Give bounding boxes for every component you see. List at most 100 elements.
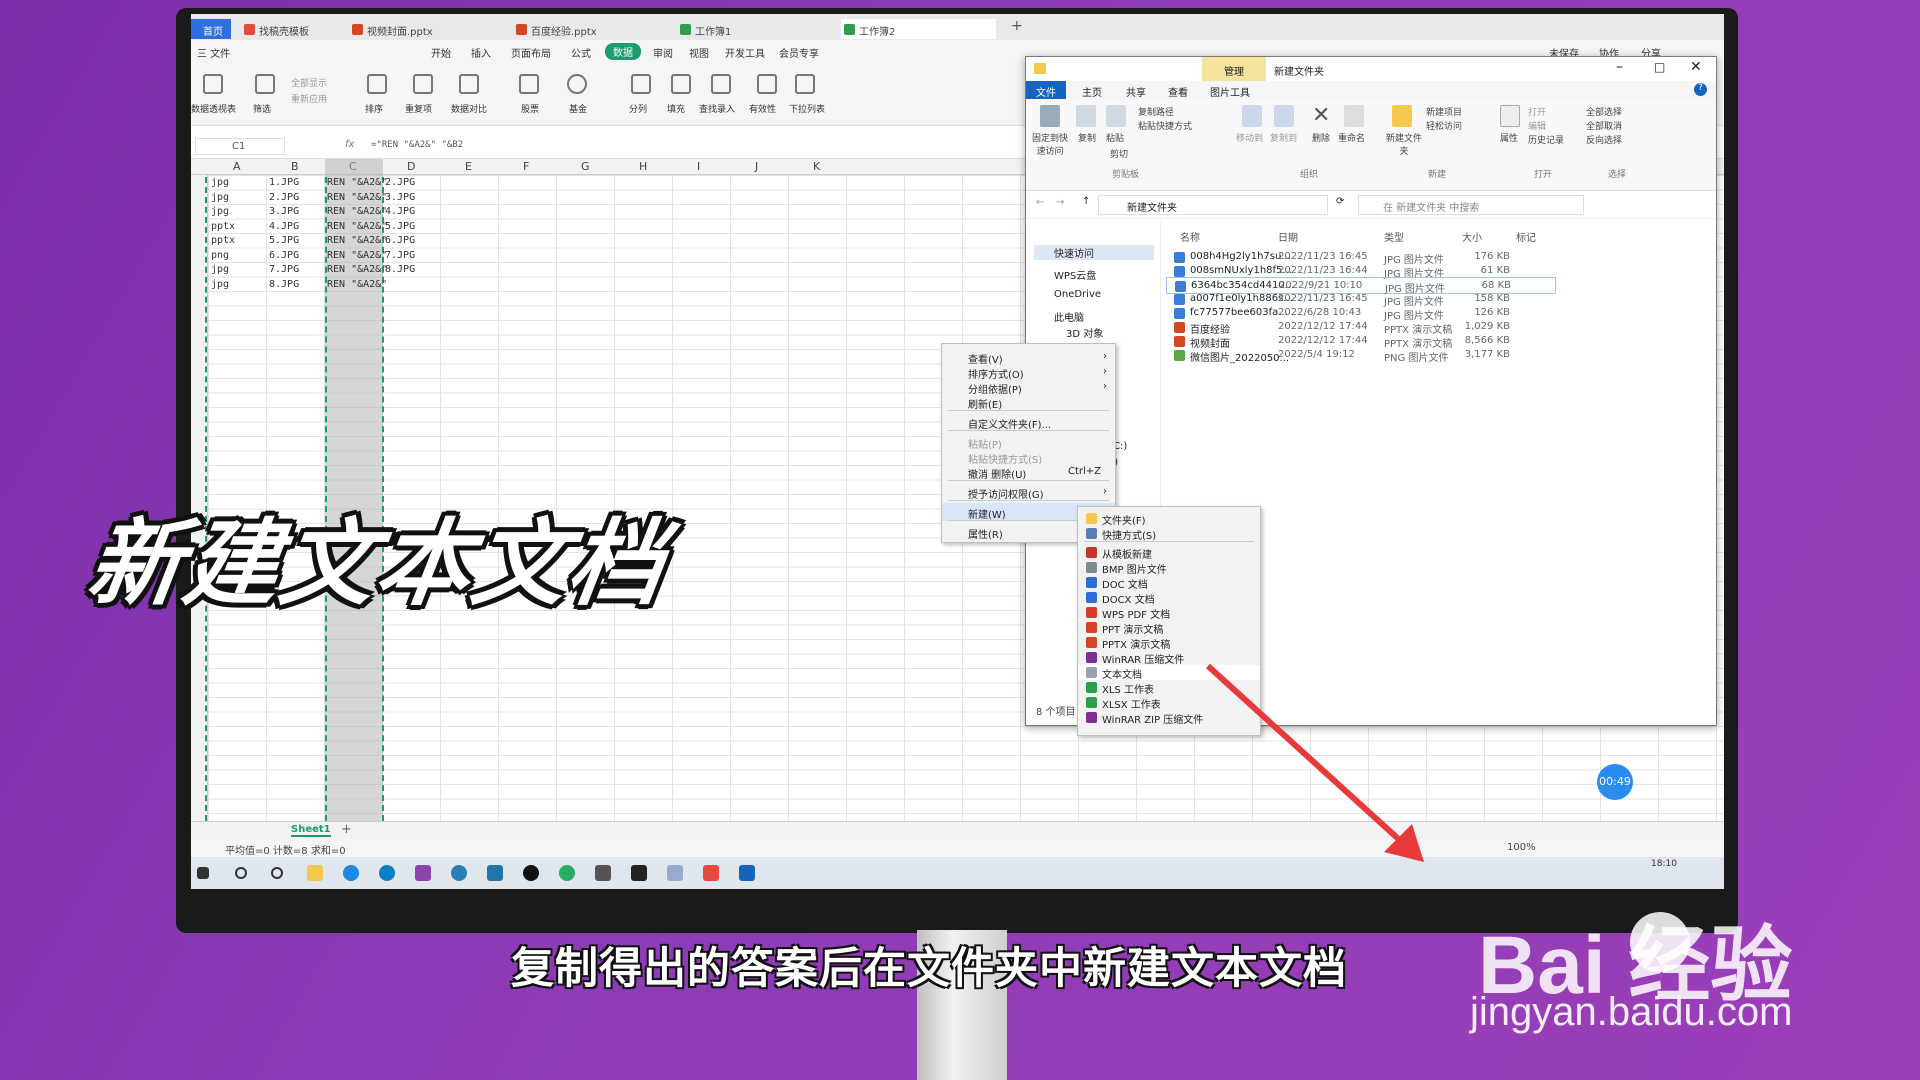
- tab-picture-tools[interactable]: 图片工具: [1210, 84, 1250, 99]
- formula-input[interactable]: ="REN "&A2&" "&B2: [371, 140, 463, 150]
- table-cell[interactable]: 2.JPG: [385, 177, 415, 188]
- table-cell[interactable]: png: [211, 250, 229, 261]
- pin-button[interactable]: 固定到快速访问: [1030, 131, 1070, 157]
- select-all-button[interactable]: 全部选择: [1586, 105, 1622, 118]
- table-cell[interactable]: 6.JPG: [269, 250, 299, 261]
- sheet1-tab[interactable]: Sheet1: [291, 824, 331, 837]
- open-button[interactable]: 打开: [1528, 105, 1546, 118]
- col-k[interactable]: K: [813, 160, 820, 173]
- table-cell[interactable]: 5.JPG: [385, 221, 415, 232]
- help-icon[interactable]: ?: [1694, 83, 1707, 96]
- wechat-icon[interactable]: [559, 865, 575, 881]
- menu-home[interactable]: 开始: [431, 45, 451, 60]
- search-box[interactable]: 在 新建文件夹 中搜索: [1358, 195, 1584, 215]
- menu-page-layout[interactable]: 页面布局: [511, 45, 551, 60]
- move-to-button[interactable]: 移动到: [1236, 131, 1263, 144]
- new-submenu-item[interactable]: DOC 文档: [1078, 575, 1260, 591]
- col-b[interactable]: B: [291, 160, 299, 173]
- menu-member[interactable]: 会员专享: [779, 45, 819, 60]
- tab-home[interactable]: 主页: [1082, 84, 1102, 99]
- menu-developer[interactable]: 开发工具: [725, 45, 765, 60]
- new-submenu-item[interactable]: BMP 图片文件: [1078, 560, 1260, 576]
- context-menu-item[interactable]: 自定义文件夹(F)...: [942, 413, 1115, 431]
- col-g[interactable]: G: [581, 160, 590, 173]
- app-icon[interactable]: [739, 865, 755, 881]
- new-submenu-item[interactable]: DOCX 文档: [1078, 590, 1260, 606]
- col-e[interactable]: E: [465, 160, 472, 173]
- history-button[interactable]: 历史记录: [1528, 133, 1564, 146]
- menu-formula[interactable]: 公式: [571, 45, 591, 60]
- tab-home[interactable]: 首页: [191, 19, 231, 39]
- table-cell[interactable]: REN "&A2&": [327, 221, 387, 232]
- col-date[interactable]: 日期: [1278, 229, 1298, 244]
- table-cell[interactable]: REN "&A2&": [327, 264, 387, 275]
- dropdown-list-button[interactable]: 下拉列表: [789, 102, 825, 115]
- copy-button[interactable]: 复制: [1078, 131, 1096, 144]
- tab-workbook1[interactable]: 工作簿1: [677, 19, 739, 39]
- new-submenu-item[interactable]: 文件夹(F): [1078, 511, 1260, 527]
- copy-path-button[interactable]: 复制路径: [1138, 105, 1174, 118]
- select-none-button[interactable]: 全部取消: [1586, 119, 1622, 132]
- pivot-table-button[interactable]: 数据透视表: [191, 102, 236, 115]
- edit-button[interactable]: 编辑: [1528, 119, 1546, 132]
- address-bar[interactable]: 新建文件夹: [1098, 195, 1328, 215]
- app-icon[interactable]: [523, 865, 539, 881]
- add-sheet-button[interactable]: +: [341, 822, 352, 837]
- table-cell[interactable]: 8.JPG: [385, 264, 415, 275]
- context-menu-item[interactable]: 撤消 删除(U) Ctrl+Z: [942, 463, 1115, 481]
- file-explorer-icon[interactable]: [307, 865, 323, 881]
- fund-button[interactable]: 基金: [569, 102, 587, 115]
- table-cell[interactable]: 1.JPG: [269, 177, 299, 188]
- table-cell[interactable]: 3.JPG: [385, 192, 415, 203]
- invert-selection-button[interactable]: 反向选择: [1586, 133, 1622, 146]
- filter-button[interactable]: 筛选: [253, 102, 271, 115]
- context-menu-item[interactable]: 授予访问权限(G) ›: [942, 483, 1115, 501]
- minimize-button[interactable]: –: [1616, 59, 1623, 75]
- app-icon[interactable]: [487, 865, 503, 881]
- table-cell[interactable]: 4.JPG: [385, 206, 415, 217]
- nav-item[interactable]: 快速访问: [1034, 245, 1154, 260]
- new-submenu-item[interactable]: 从模板新建: [1078, 545, 1260, 561]
- new-submenu-item[interactable]: PPT 演示文稿: [1078, 620, 1260, 636]
- col-i[interactable]: I: [697, 160, 700, 173]
- menu-view[interactable]: 视图: [689, 45, 709, 60]
- capcut-icon[interactable]: [631, 865, 647, 881]
- name-box[interactable]: C1: [195, 138, 285, 155]
- col-a[interactable]: A: [233, 160, 241, 173]
- manage-tab[interactable]: 管理: [1202, 57, 1266, 81]
- nav-item[interactable]: 3D 对象: [1066, 325, 1103, 340]
- copy-to-button[interactable]: 复制到: [1270, 131, 1297, 144]
- table-cell[interactable]: 6.JPG: [385, 235, 415, 246]
- new-submenu-item[interactable]: WPS PDF 文档: [1078, 605, 1260, 621]
- lookup-entry-button[interactable]: 查找录入: [699, 102, 735, 115]
- app-icon[interactable]: [595, 865, 611, 881]
- forward-icon[interactable]: →: [1056, 197, 1064, 208]
- paste-shortcut-button[interactable]: 粘贴快捷方式: [1138, 119, 1192, 132]
- table-cell[interactable]: jpg: [211, 206, 229, 217]
- menu-data[interactable]: 数据: [605, 43, 641, 60]
- table-cell[interactable]: 8.JPG: [269, 279, 299, 290]
- table-cell[interactable]: pptx: [211, 221, 235, 232]
- validity-button[interactable]: 有效性: [749, 102, 776, 115]
- new-submenu-item[interactable]: 快捷方式(S): [1078, 526, 1260, 542]
- col-name[interactable]: 名称: [1180, 229, 1200, 244]
- tab-share[interactable]: 共享: [1126, 84, 1146, 99]
- search-icon[interactable]: [235, 867, 247, 879]
- menu-insert[interactable]: 插入: [471, 45, 491, 60]
- show-all-button[interactable]: 全部显示: [291, 76, 327, 89]
- tab-template[interactable]: 找稿壳模板: [241, 19, 317, 39]
- new-folder-button[interactable]: 新建文件夹: [1386, 131, 1422, 157]
- tab-video-cover[interactable]: 视频封面.pptx: [349, 19, 441, 39]
- tab-baidu[interactable]: 百度经验.pptx: [513, 19, 605, 39]
- cortana-icon[interactable]: [271, 867, 283, 879]
- app-icon[interactable]: [415, 865, 431, 881]
- zoom-level[interactable]: 100%: [1507, 842, 1536, 853]
- properties-button[interactable]: 属性: [1500, 131, 1518, 144]
- col-size[interactable]: 大小: [1462, 229, 1482, 244]
- file-row[interactable]: 微信图片_2022050... 2022/5/4 19:12 PNG 图片文件 3,1…: [1166, 347, 1716, 364]
- windows-start-icon[interactable]: [197, 867, 209, 879]
- col-d[interactable]: D: [407, 160, 415, 173]
- app-icon[interactable]: [451, 865, 467, 881]
- browser-icon[interactable]: [343, 865, 359, 881]
- table-cell[interactable]: REN "&A2&": [327, 177, 387, 188]
